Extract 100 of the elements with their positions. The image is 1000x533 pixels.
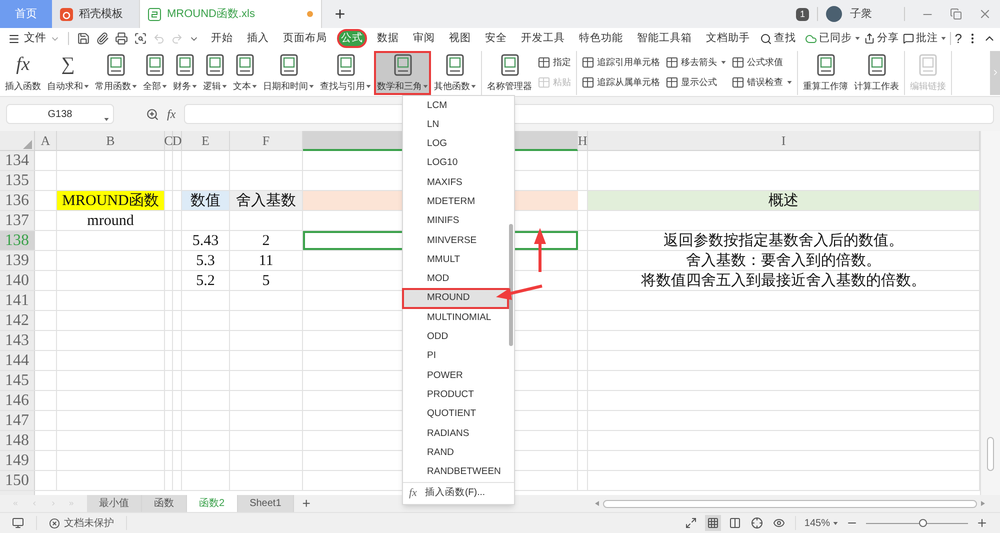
- ribbon-tab[interactable]: 审阅: [409, 29, 439, 48]
- close-icon[interactable]: [978, 7, 992, 21]
- grid-icon[interactable]: [705, 515, 722, 531]
- ribbon-button[interactable]: 名称管理器: [484, 50, 535, 94]
- menu-item[interactable]: LOG: [403, 134, 508, 154]
- sheet-tab[interactable]: Sheet1: [238, 495, 294, 512]
- menu-item[interactable]: QUOTIENT: [403, 404, 508, 424]
- redo-icon[interactable]: [171, 32, 183, 44]
- menu-item[interactable]: POWER: [403, 366, 508, 386]
- ribbon-button[interactable]: 计算工作表: [851, 50, 902, 94]
- ribbon-tab[interactable]: 特色功能: [575, 29, 627, 48]
- row-header[interactable]: 150: [0, 471, 35, 490]
- slider-thumb[interactable]: [919, 519, 928, 527]
- ribbon-button[interactable]: 数学和三角: [374, 50, 431, 94]
- column-header[interactable]: D: [173, 131, 182, 150]
- sheet-tab[interactable]: 最小值: [87, 495, 142, 512]
- vertical-scrollbar[interactable]: [980, 131, 1000, 495]
- ribbon-small-button[interactable]: 追踪从属单元格: [582, 74, 660, 91]
- menu-item[interactable]: RAND: [403, 443, 508, 463]
- save-icon[interactable]: [77, 32, 90, 45]
- menu-item[interactable]: MAXIFS: [403, 173, 508, 192]
- clip-icon[interactable]: [96, 32, 109, 45]
- menu-item[interactable]: RANDBETWEEN: [403, 462, 508, 482]
- column-header[interactable]: H: [578, 131, 588, 150]
- ribbon-small-button[interactable]: 显示公式: [666, 74, 726, 91]
- ribbon-button[interactable]: 财务: [170, 50, 200, 94]
- ribbon-button[interactable]: 重算工作簿: [800, 50, 851, 94]
- menu-item[interactable]: MINVERSE: [403, 231, 508, 250]
- ribbon-tab[interactable]: 数据: [373, 29, 403, 48]
- menu-item[interactable]: PI: [403, 346, 508, 366]
- column-header[interactable]: B: [57, 131, 165, 150]
- menu-item[interactable]: PRODUCT: [403, 385, 508, 405]
- print-icon[interactable]: [115, 32, 128, 45]
- ribbon-button[interactable]: 逻辑: [200, 50, 230, 94]
- ribbon-tab[interactable]: 视图: [445, 29, 475, 48]
- ribbon-button[interactable]: 全部: [140, 50, 170, 94]
- column-header[interactable]: E: [182, 131, 230, 150]
- menu-item[interactable]: LCM: [403, 96, 508, 116]
- zoom-menu[interactable]: 145%: [804, 516, 838, 530]
- column-header[interactable]: A: [35, 131, 57, 150]
- row-header[interactable]: 135: [0, 171, 35, 190]
- column-header[interactable]: C: [165, 131, 173, 150]
- search-button[interactable]: 查找: [760, 30, 796, 46]
- zoom-icon[interactable]: [146, 108, 159, 120]
- row-header[interactable]: 134: [0, 151, 35, 170]
- sheet-tab[interactable]: 函数: [142, 495, 187, 512]
- comment-button[interactable]: 批注: [902, 30, 946, 46]
- row-header[interactable]: 145: [0, 371, 35, 390]
- first-sheet-icon[interactable]: [12, 499, 19, 508]
- ribbon-small-button[interactable]: 追踪引用单元格: [582, 54, 660, 71]
- menu-item[interactable]: ODD: [403, 328, 508, 347]
- previous-sheet-icon[interactable]: [30, 499, 38, 508]
- ribbon-button[interactable]: 常用函数: [92, 50, 140, 94]
- row-header[interactable]: 147: [0, 411, 35, 430]
- count-badge[interactable]: 1: [796, 8, 809, 20]
- horizontal-scrollbar[interactable]: [595, 498, 985, 510]
- protection-status[interactable]: 文档未保护: [37, 516, 126, 530]
- menu-item[interactable]: LN: [403, 115, 508, 135]
- row-header[interactable]: 136: [0, 191, 35, 210]
- ribbon-small-button[interactable]: 移去箭头: [666, 54, 726, 71]
- ribbon-button[interactable]: 日期和时间: [260, 50, 317, 94]
- ribbon-tab[interactable]: 开始: [207, 29, 237, 48]
- ribbon-small-button[interactable]: 错误检查: [732, 74, 792, 91]
- function-glyph[interactable]: fx: [167, 105, 176, 123]
- help-button[interactable]: ?: [954, 28, 962, 48]
- row-header[interactable]: 137: [0, 211, 35, 230]
- user-name[interactable]: 子衆: [850, 6, 872, 22]
- menu-item[interactable]: MINIFS: [403, 212, 508, 232]
- menu-item[interactable]: LOG10: [403, 154, 508, 174]
- name-box[interactable]: G138: [6, 104, 114, 124]
- new-tab-button[interactable]: +: [322, 0, 358, 28]
- row-header[interactable]: 142: [0, 311, 35, 330]
- ribbon-button[interactable]: fx 插入函数: [2, 50, 44, 94]
- menu-item[interactable]: RADIANS: [403, 424, 508, 444]
- scroll-left-icon[interactable]: [595, 501, 599, 506]
- ribbon-tab[interactable]: 安全: [481, 29, 511, 48]
- ribbon-tab[interactable]: 文档助手: [702, 29, 754, 48]
- preview-icon[interactable]: [134, 32, 147, 45]
- row-header[interactable]: 144: [0, 351, 35, 370]
- row-header[interactable]: 149: [0, 451, 35, 470]
- document-tab[interactable]: 稻壳模板: [52, 0, 140, 28]
- menu-item[interactable]: MOD: [403, 270, 508, 289]
- last-sheet-icon[interactable]: [68, 499, 75, 508]
- ribbon-tab[interactable]: 插入: [243, 29, 273, 48]
- ribbon-small-button[interactable]: 公式求值: [732, 54, 792, 71]
- row-header[interactable]: 148: [0, 431, 35, 450]
- ribbon-tab[interactable]: 开发工具: [517, 29, 569, 48]
- avatar[interactable]: [826, 6, 842, 22]
- row-header[interactable]: 139: [0, 251, 35, 270]
- row-header[interactable]: 146: [0, 391, 35, 410]
- zoom-in-icon[interactable]: [976, 517, 988, 529]
- sync-button[interactable]: 已同步: [804, 30, 860, 46]
- ribbon-button[interactable]: 查找与引用: [317, 50, 374, 94]
- row-header[interactable]: 140: [0, 271, 35, 290]
- ribbon-button[interactable]: 其他函数: [431, 50, 479, 94]
- ribbon-tab[interactable]: 智能工具箱: [633, 29, 696, 48]
- row-header[interactable]: 143: [0, 331, 35, 350]
- menu-item[interactable]: MULTINOMIAL: [403, 308, 508, 328]
- next-sheet-icon[interactable]: [50, 499, 56, 508]
- restore-icon[interactable]: [950, 8, 962, 20]
